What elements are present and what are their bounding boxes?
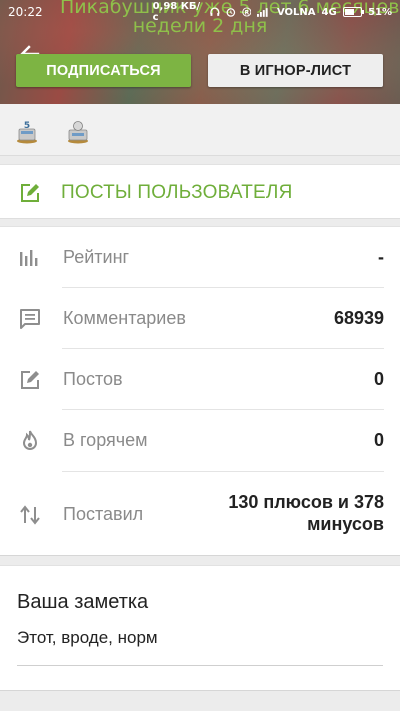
flame-icon — [22, 430, 38, 450]
stat-value: 0 — [373, 369, 384, 389]
note-title: Ваша заметка — [17, 591, 149, 613]
user-posts-link[interactable]: ПОСТЫ ПОЛЬЗОВАТЕЛЯ — [0, 164, 400, 219]
stats-card: Рейтинг - Комментариев 68939 Постов 0 В … — [0, 226, 400, 556]
network-speed: 0,98 КБ/с — [152, 1, 201, 23]
status-indicators: 0,98 КБ/с R VOLNA 4G 51% — [43, 1, 392, 23]
stat-row-comments: Комментариев 68939 — [0, 288, 400, 349]
stat-value-line2: минусов — [307, 514, 384, 534]
svg-text:R: R — [244, 10, 249, 16]
stat-label: В горячем — [63, 430, 148, 450]
stat-value: 0 — [373, 430, 384, 450]
battery-percent: 51% — [368, 6, 392, 18]
award-5-years-icon[interactable]: 5 — [15, 118, 39, 144]
comment-icon — [20, 309, 40, 329]
user-note-card[interactable]: Ваша заметка Этот, вроде, норм — [0, 565, 400, 691]
stat-row-hot: В горячем 0 — [0, 410, 400, 472]
headphones-icon — [210, 7, 220, 16]
edit-icon — [21, 184, 39, 202]
network-type: 4G — [321, 6, 337, 18]
stat-row-rating: Рейтинг - — [0, 227, 400, 288]
subscribe-button[interactable]: ПОДПИСАТЬСЯ — [16, 54, 191, 87]
note-text[interactable]: Этот, вроде, норм — [17, 628, 158, 648]
award-1000-icon[interactable] — [66, 118, 90, 144]
registered-icon: R — [242, 7, 252, 17]
stat-value: 68939 — [333, 308, 384, 328]
user-posts-label: ПОСТЫ ПОЛЬЗОВАТЕЛЯ — [61, 182, 293, 203]
svg-text:5: 5 — [24, 121, 30, 131]
edit-icon — [21, 371, 39, 389]
status-bar: 20:22 0,98 КБ/с R VOLNA 4G 51% — [0, 0, 400, 24]
stat-label: Поставил — [63, 504, 144, 524]
signal-icon — [257, 8, 269, 17]
awards-row: 5 — [0, 104, 400, 156]
stat-value: 130 плюсов и 378 минусов — [228, 491, 384, 535]
stat-value: - — [378, 247, 384, 267]
status-time: 20:22 — [8, 5, 43, 19]
rating-bars-icon — [20, 250, 38, 266]
note-underline — [17, 665, 383, 666]
sort-arrows-icon — [20, 505, 40, 525]
stat-label: Комментариев — [63, 308, 186, 328]
battery-icon — [342, 7, 365, 17]
stat-label: Рейтинг — [63, 247, 130, 267]
alarm-icon — [226, 8, 236, 17]
stat-label: Постов — [63, 369, 123, 389]
stat-row-voted: Поставил 130 плюсов и 378 минусов — [0, 472, 400, 557]
ignore-list-button[interactable]: В ИГНОР-ЛИСТ — [208, 54, 383, 87]
stat-row-posts: Постов 0 — [0, 349, 400, 410]
carrier-name: VOLNA — [276, 6, 316, 18]
stat-value-line1: 130 плюсов и 378 — [228, 492, 384, 512]
